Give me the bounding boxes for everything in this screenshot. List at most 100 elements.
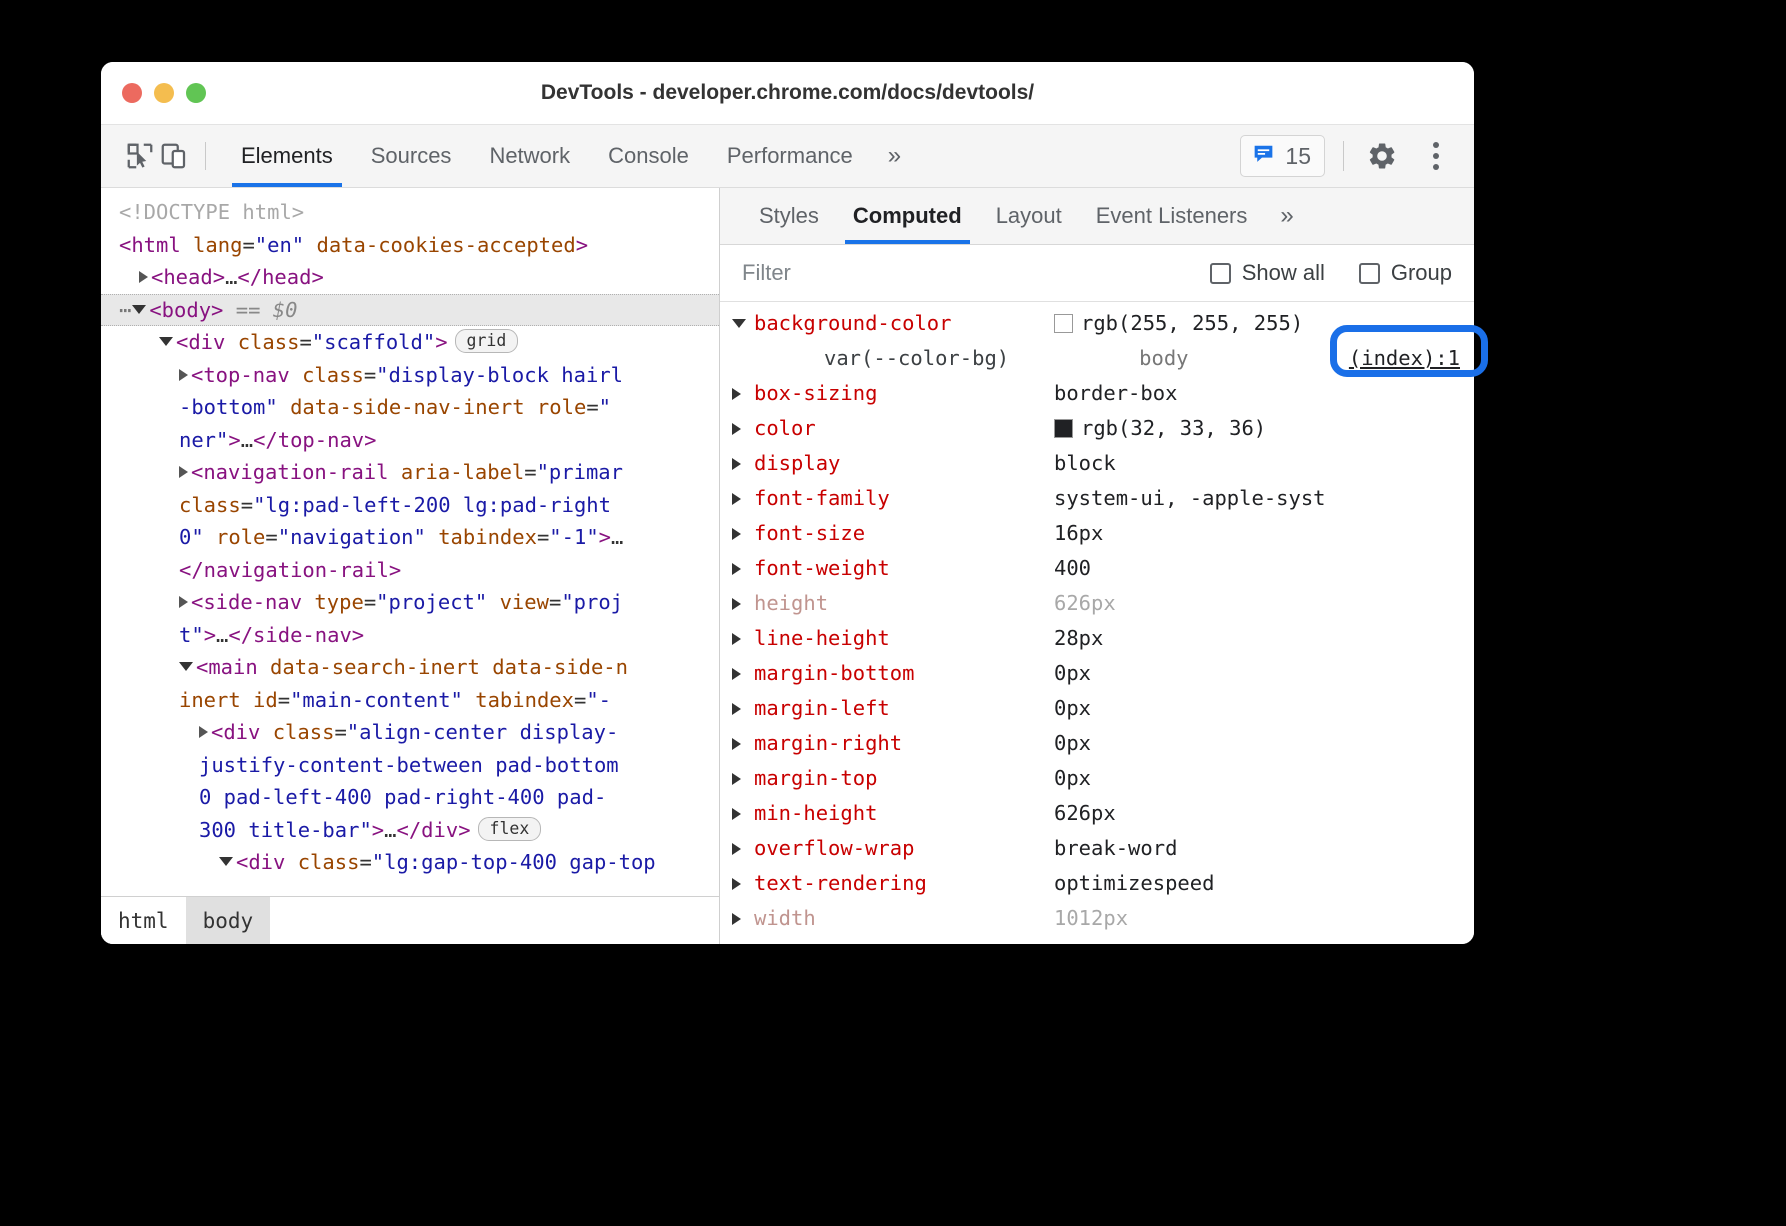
property-collapse-triangle-icon[interactable] xyxy=(732,796,754,831)
layout-badge-flex[interactable]: flex xyxy=(478,817,542,841)
dom-tree-row[interactable]: <main data-search-inert data-side-n xyxy=(101,651,719,684)
breadcrumb-item-body[interactable]: body xyxy=(186,897,271,944)
property-collapse-triangle-icon[interactable] xyxy=(732,446,754,481)
property-collapse-triangle-icon[interactable] xyxy=(732,866,754,901)
computed-property-row[interactable]: font-size16px xyxy=(720,516,1474,551)
property-expand-triangle-icon[interactable] xyxy=(732,306,754,341)
property-collapse-triangle-icon[interactable] xyxy=(732,831,754,866)
dom-tree-row[interactable]: <side-nav type="project" view="proj xyxy=(101,586,719,619)
tab-layout[interactable]: Layout xyxy=(979,188,1079,244)
show-all-checkbox[interactable]: Show all xyxy=(1210,260,1325,286)
dom-tree-row[interactable]: </navigation-rail> xyxy=(101,554,719,587)
dom-tree-row[interactable]: <top-nav class="display-block hairl xyxy=(101,359,719,392)
property-collapse-triangle-icon[interactable] xyxy=(732,516,754,551)
property-collapse-triangle-icon[interactable] xyxy=(732,761,754,796)
color-swatch[interactable] xyxy=(1054,419,1073,438)
dom-tree-row[interactable]: 0 pad-left-400 pad-right-400 pad- xyxy=(101,781,719,814)
tab-sources[interactable]: Sources xyxy=(352,125,471,187)
dom-token: " xyxy=(599,395,611,419)
more-tabs-chevron-icon[interactable]: » xyxy=(872,142,917,170)
group-checkbox[interactable]: Group xyxy=(1359,260,1452,286)
computed-property-row[interactable]: margin-right0px xyxy=(720,726,1474,761)
computed-property-row[interactable]: margin-bottom0px xyxy=(720,656,1474,691)
close-window-button[interactable] xyxy=(122,83,142,103)
computed-property-row[interactable]: colorrgb(32, 33, 36) xyxy=(720,411,1474,446)
dom-tree-row[interactable]: t">…</side-nav> xyxy=(101,619,719,652)
sidebar-more-tabs-chevron-icon[interactable]: » xyxy=(1264,202,1309,230)
dom-token: role xyxy=(525,395,587,419)
computed-property-row[interactable]: margin-left0px xyxy=(720,691,1474,726)
dom-tree-row[interactable]: 300 title-bar">…</div>flex xyxy=(101,814,719,847)
issues-badge-button[interactable]: 15 xyxy=(1240,135,1325,177)
node-menu-ellipsis-icon[interactable]: ⋯ xyxy=(119,298,132,322)
collapse-triangle-icon[interactable] xyxy=(179,596,188,608)
property-collapse-triangle-icon[interactable] xyxy=(732,656,754,691)
dom-tree-row[interactable]: ⋯<body> == $0 xyxy=(101,294,719,327)
tab-console[interactable]: Console xyxy=(589,125,708,187)
property-name: font-weight xyxy=(754,551,1054,586)
dom-tree[interactable]: <!DOCTYPE html><html lang="en" data-cook… xyxy=(101,188,719,896)
dom-tree-row[interactable]: class="lg:pad-left-200 lg:pad-right xyxy=(101,489,719,522)
computed-property-row[interactable]: margin-top0px xyxy=(720,761,1474,796)
expand-triangle-icon[interactable] xyxy=(219,857,233,866)
filter-input[interactable] xyxy=(742,260,1210,286)
maximize-window-button[interactable] xyxy=(186,83,206,103)
property-collapse-triangle-icon[interactable] xyxy=(732,726,754,761)
dom-tree-row[interactable]: <div class="scaffold">grid xyxy=(101,326,719,359)
computed-properties-list[interactable]: background-colorrgb(255, 255, 255)var(--… xyxy=(720,302,1474,944)
expand-triangle-icon[interactable] xyxy=(159,337,173,346)
expand-triangle-icon[interactable] xyxy=(179,662,193,671)
trace-source-link[interactable]: (index):1 xyxy=(1349,341,1474,376)
tab-network[interactable]: Network xyxy=(470,125,589,187)
computed-property-row[interactable]: displayblock xyxy=(720,446,1474,481)
computed-property-row[interactable]: width1012px xyxy=(720,901,1474,936)
property-collapse-triangle-icon[interactable] xyxy=(732,411,754,446)
breadcrumb-item-html[interactable]: html xyxy=(101,897,186,944)
color-swatch[interactable] xyxy=(1054,314,1073,333)
property-value: 0px xyxy=(1054,656,1091,691)
property-collapse-triangle-icon[interactable] xyxy=(732,586,754,621)
inspect-element-icon[interactable] xyxy=(123,139,157,173)
dom-tree-row[interactable]: inert id="main-content" tabindex="- xyxy=(101,684,719,717)
tab-event-listeners[interactable]: Event Listeners xyxy=(1079,188,1265,244)
dom-tree-row[interactable]: <navigation-rail aria-label="primar xyxy=(101,456,719,489)
computed-property-row[interactable]: height626px xyxy=(720,586,1474,621)
tab-styles[interactable]: Styles xyxy=(742,188,836,244)
device-toolbar-icon[interactable] xyxy=(157,139,191,173)
property-collapse-triangle-icon[interactable] xyxy=(732,551,754,586)
layout-badge-grid[interactable]: grid xyxy=(455,329,519,353)
gear-icon[interactable] xyxy=(1362,136,1402,176)
kebab-menu-icon[interactable] xyxy=(1416,136,1456,176)
collapse-triangle-icon[interactable] xyxy=(179,466,188,478)
collapse-triangle-icon[interactable] xyxy=(179,369,188,381)
property-collapse-triangle-icon[interactable] xyxy=(732,376,754,411)
dom-tree-row[interactable]: <head>…</head> xyxy=(101,261,719,294)
tab-computed[interactable]: Computed xyxy=(836,188,979,244)
computed-property-row[interactable]: line-height28px xyxy=(720,621,1474,656)
tab-performance[interactable]: Performance xyxy=(708,125,872,187)
tab-elements[interactable]: Elements xyxy=(222,125,352,187)
computed-property-row[interactable]: font-weight400 xyxy=(720,551,1474,586)
collapse-triangle-icon[interactable] xyxy=(139,271,148,283)
minimize-window-button[interactable] xyxy=(154,83,174,103)
computed-property-row[interactable]: font-familysystem-ui, -apple-syst xyxy=(720,481,1474,516)
dom-tree-row[interactable]: justify-content-between pad-bottom xyxy=(101,749,719,782)
dom-tree-row[interactable]: ner">…</top-nav> xyxy=(101,424,719,457)
computed-property-row[interactable]: min-height626px xyxy=(720,796,1474,831)
property-collapse-triangle-icon[interactable] xyxy=(732,481,754,516)
computed-property-row[interactable]: text-renderingoptimizespeed xyxy=(720,866,1474,901)
property-collapse-triangle-icon[interactable] xyxy=(732,621,754,656)
dom-tree-row[interactable]: <html lang="en" data-cookies-accepted> xyxy=(101,229,719,262)
computed-property-row[interactable]: overflow-wrapbreak-word xyxy=(720,831,1474,866)
expand-triangle-icon[interactable] xyxy=(132,305,146,314)
property-collapse-triangle-icon[interactable] xyxy=(732,901,754,936)
property-collapse-triangle-icon[interactable] xyxy=(732,691,754,726)
dom-tree-row[interactable]: -bottom" data-side-nav-inert role=" xyxy=(101,391,719,424)
dom-tree-row[interactable]: 0" role="navigation" tabindex="-1">… xyxy=(101,521,719,554)
computed-property-row[interactable]: background-colorrgb(255, 255, 255) xyxy=(720,306,1474,341)
computed-property-row[interactable]: box-sizingborder-box xyxy=(720,376,1474,411)
dom-tree-row[interactable]: <div class="lg:gap-top-400 gap-top xyxy=(101,846,719,879)
collapse-triangle-icon[interactable] xyxy=(199,726,208,738)
dom-tree-row[interactable]: <!DOCTYPE html> xyxy=(101,196,719,229)
dom-tree-row[interactable]: <div class="align-center display- xyxy=(101,716,719,749)
